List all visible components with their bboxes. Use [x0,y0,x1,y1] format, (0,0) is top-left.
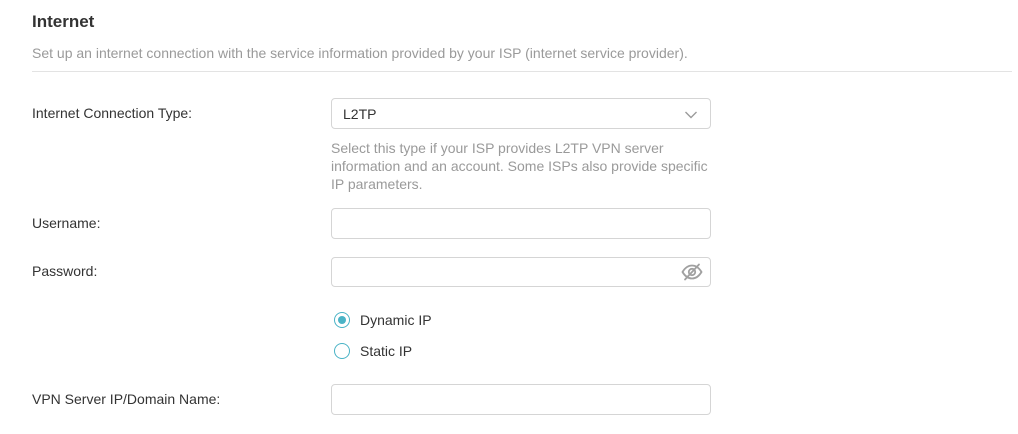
vpn-server-input[interactable] [332,385,673,414]
radio-button-unchecked[interactable] [334,343,350,359]
radio-static-ip[interactable]: Static IP [334,341,412,361]
radio-label-static-ip: Static IP [360,343,413,359]
page-title: Internet [32,12,95,31]
eye-off-icon[interactable] [681,263,703,281]
divider [32,71,1012,72]
connection-type-hint: Select this type if your ISP provides L2… [331,140,708,192]
username-field [331,208,711,239]
password-input[interactable] [332,258,673,286]
radio-button-checked[interactable] [334,312,350,328]
password-field [331,257,711,287]
username-label: Username: [32,215,101,231]
page-description: Set up an internet connection with the s… [32,45,688,61]
radio-label-dynamic-ip: Dynamic IP [360,312,432,328]
connection-type-select[interactable]: L2TP [331,98,711,129]
vpn-server-label: VPN Server IP/Domain Name: [32,391,221,407]
connection-type-value: L2TP [343,106,377,122]
radio-dynamic-ip[interactable]: Dynamic IP [334,310,432,330]
connection-type-label: Internet Connection Type: [32,105,193,121]
chevron-down-icon [685,111,697,119]
vpn-server-field [331,384,711,415]
password-label: Password: [32,263,98,279]
username-input[interactable] [332,209,673,238]
